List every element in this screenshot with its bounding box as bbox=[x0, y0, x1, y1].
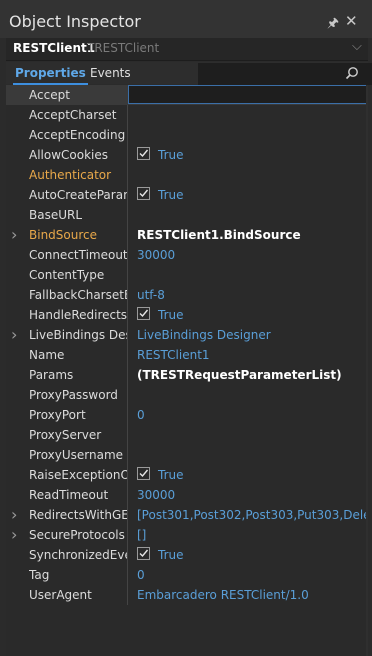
property-name: BaseURL bbox=[29, 208, 83, 222]
property-grid: Accept AcceptCharset AcceptEncoding AllowCo… bbox=[6, 85, 368, 656]
property-row[interactable]: ProxyPort 0 bbox=[6, 405, 368, 425]
title-bar: Object Inspector 🖈 ✕ bbox=[0, 0, 372, 38]
property-name: AutoCreateParams bbox=[29, 188, 127, 202]
property-name: RedirectsWithGET bbox=[29, 508, 127, 522]
property-name: BindSource bbox=[29, 228, 98, 242]
property-value-editor[interactable] bbox=[128, 85, 368, 104]
property-value[interactable]: 30000 bbox=[137, 488, 368, 502]
property-value[interactable]: 30000 bbox=[137, 248, 368, 262]
property-value[interactable]: [Post301,Post302,Post303,Put303,Delete30… bbox=[137, 508, 368, 522]
checkbox[interactable] bbox=[137, 547, 150, 560]
property-name: ProxyUsername bbox=[29, 448, 124, 462]
property-value[interactable]: RESTClient1 bbox=[137, 348, 368, 362]
property-row[interactable]: › SecureProtocols [] bbox=[6, 525, 368, 545]
property-name: ContentType bbox=[29, 268, 105, 282]
property-name: SynchronizedEvents bbox=[29, 548, 127, 562]
property-row[interactable]: › RedirectsWithGET [Post301,Post302,Post30… bbox=[6, 505, 368, 525]
property-value: True bbox=[158, 148, 184, 162]
property-row[interactable]: ProxyPassword bbox=[6, 385, 368, 405]
property-name: Authenticator bbox=[29, 168, 112, 182]
property-value[interactable]: 0 bbox=[137, 408, 368, 422]
scrollbar[interactable] bbox=[366, 85, 368, 656]
property-row[interactable]: › LiveBindings Designer LiveBindings Desig… bbox=[6, 325, 368, 345]
property-value: True bbox=[158, 468, 184, 482]
tab-properties[interactable]: Properties bbox=[13, 66, 88, 85]
property-row[interactable]: AcceptCharset bbox=[6, 105, 368, 125]
search-icon[interactable] bbox=[345, 66, 359, 80]
property-row[interactable]: HandleRedirects True bbox=[6, 305, 368, 325]
property-name: SecureProtocols bbox=[29, 528, 125, 542]
property-value: True bbox=[158, 548, 184, 562]
property-name: Accept bbox=[29, 88, 70, 102]
property-row[interactable]: ProxyServer bbox=[6, 425, 368, 445]
property-name: RaiseExceptionOn500 bbox=[29, 468, 127, 482]
property-row[interactable]: Params (TRESTRequestParameterList) bbox=[6, 365, 368, 385]
property-row[interactable]: ReadTimeout 30000 bbox=[6, 485, 368, 505]
component-name: RESTClient1 bbox=[13, 41, 96, 55]
close-icon[interactable]: ✕ bbox=[345, 12, 358, 30]
tab-events[interactable]: Events bbox=[90, 66, 131, 80]
property-value: True bbox=[158, 308, 184, 322]
property-name: AcceptCharset bbox=[29, 108, 117, 122]
chevron-right-icon[interactable]: › bbox=[11, 505, 21, 524]
property-value[interactable]: utf-8 bbox=[137, 288, 368, 302]
property-name: Name bbox=[29, 348, 65, 362]
checkbox[interactable] bbox=[137, 467, 150, 480]
property-name: LiveBindings Designer bbox=[29, 328, 127, 342]
property-row[interactable]: Tag 0 bbox=[6, 565, 368, 585]
property-name: Tag bbox=[29, 568, 50, 582]
property-row[interactable]: ProxyUsername bbox=[6, 445, 368, 465]
checkbox[interactable] bbox=[137, 147, 150, 160]
property-value[interactable]: Embarcadero RESTClient/1.0 bbox=[137, 588, 368, 602]
tab-bar: Properties Events bbox=[6, 62, 372, 85]
property-name: Params bbox=[29, 368, 74, 382]
property-value[interactable]: RESTClient1.BindSource bbox=[137, 228, 368, 242]
property-row[interactable]: Accept bbox=[6, 85, 368, 105]
property-name: FallbackCharsetEncoding bbox=[29, 288, 127, 302]
property-value: True bbox=[158, 188, 184, 202]
property-name: AcceptEncoding bbox=[29, 128, 126, 142]
chevron-right-icon[interactable]: › bbox=[11, 225, 21, 244]
property-value[interactable]: 0 bbox=[137, 568, 368, 582]
property-name: ProxyPort bbox=[29, 408, 86, 422]
property-row[interactable]: › BindSource RESTClient1.BindSource bbox=[6, 225, 368, 245]
property-row[interactable]: Name RESTClient1 bbox=[6, 345, 368, 365]
property-row[interactable]: BaseURL bbox=[6, 205, 368, 225]
chevron-right-icon[interactable]: › bbox=[11, 325, 21, 344]
pin-icon[interactable]: 🖈 bbox=[327, 14, 339, 36]
property-name: HandleRedirects bbox=[29, 308, 127, 322]
property-name: ProxyPassword bbox=[29, 388, 118, 402]
property-value[interactable]: [] bbox=[137, 528, 368, 542]
property-row[interactable]: FallbackCharsetEncoding utf-8 bbox=[6, 285, 368, 305]
property-row[interactable]: Authenticator bbox=[6, 165, 368, 185]
property-name: ConnectTimeout bbox=[29, 248, 127, 262]
component-type: TRESTClient bbox=[87, 41, 160, 55]
checkbox[interactable] bbox=[137, 307, 150, 320]
property-value[interactable]: LiveBindings Designer bbox=[137, 328, 368, 342]
property-row[interactable]: ContentType bbox=[6, 265, 368, 285]
property-row[interactable]: SynchronizedEvents True bbox=[6, 545, 368, 565]
window-title: Object Inspector bbox=[9, 12, 141, 31]
property-name: AllowCookies bbox=[29, 148, 109, 162]
component-selector[interactable]: RESTClient1 TRESTClient ⌵ bbox=[6, 38, 368, 61]
property-row[interactable]: ConnectTimeout 30000 bbox=[6, 245, 368, 265]
chevron-down-icon[interactable]: ⌵ bbox=[352, 39, 362, 54]
chevron-right-icon[interactable]: › bbox=[11, 525, 21, 544]
property-name: ProxyServer bbox=[29, 428, 102, 442]
checkbox[interactable] bbox=[137, 187, 150, 200]
property-row[interactable]: AutoCreateParams True bbox=[6, 185, 368, 205]
property-name: UserAgent bbox=[29, 588, 92, 602]
property-row[interactable]: AcceptEncoding bbox=[6, 125, 368, 145]
property-name: ReadTimeout bbox=[29, 488, 109, 502]
property-row[interactable]: AllowCookies True bbox=[6, 145, 368, 165]
property-row[interactable]: RaiseExceptionOn500 True bbox=[6, 465, 368, 485]
property-value[interactable]: (TRESTRequestParameterList) bbox=[137, 368, 368, 382]
property-row[interactable]: UserAgent Embarcadero RESTClient/1.0 bbox=[6, 585, 368, 605]
